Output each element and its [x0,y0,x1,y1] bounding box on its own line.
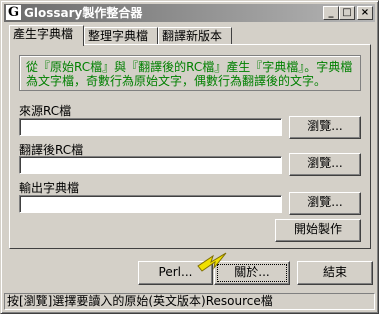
close-button[interactable]: × [357,6,373,20]
source-rc-label: 來源RC檔 [19,104,72,118]
output-dictionary-label: 輸出字典檔 [19,181,80,195]
output-browse-button[interactable]: 瀏覽... [289,192,361,215]
info-text: 從『原始RC檔』與『翻譯後的RC檔』產生『字典檔』。字典檔為文字檔，奇數行為原始… [19,55,361,91]
tab-panel: 從『原始RC檔』與『翻譯後的RC檔』產生『字典檔』。字典檔為文字檔，奇數行為原始… [9,44,371,249]
exit-button[interactable]: 結束 [297,261,373,285]
app-logo-icon: G [6,5,21,20]
app-window: G Glossary製作整合器 _ □ × 產生字典檔 整理字典檔 翻譯新版本 … [0,0,379,314]
maximize-button[interactable]: □ [339,6,355,20]
translated-rc-input[interactable] [19,156,282,174]
tab-generate-dictionary[interactable]: 產生字典檔 [9,25,84,46]
start-button[interactable]: 開始製作 [275,219,361,242]
source-rc-input[interactable] [19,118,282,136]
pointer-arrow-icon [197,252,227,272]
minimize-button[interactable]: _ [323,6,339,20]
window-title: Glossary製作整合器 [24,6,143,20]
tab-translate-new-version[interactable]: 翻譯新版本 [158,27,232,44]
output-dictionary-input[interactable] [19,195,282,213]
source-browse-button[interactable]: 瀏覽... [289,116,361,139]
tab-organize-dictionary[interactable]: 整理字典檔 [84,27,158,44]
translated-browse-button[interactable]: 瀏覽... [289,153,361,176]
title-bar[interactable]: G Glossary製作整合器 _ □ × [4,4,375,22]
status-bar: 按[瀏覽]選擇要讀入的原始(英文版本)Resource檔 [4,293,375,310]
